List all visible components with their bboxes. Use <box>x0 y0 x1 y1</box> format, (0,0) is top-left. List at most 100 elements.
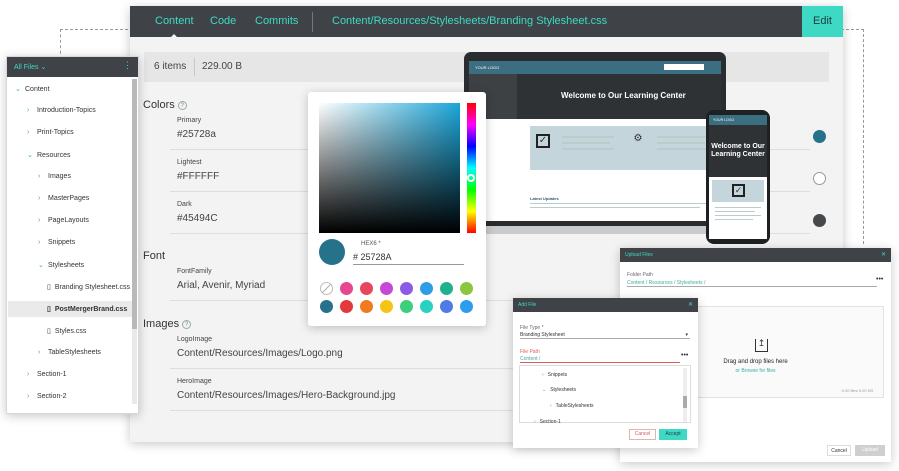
palette-swatch[interactable] <box>340 282 353 295</box>
palette-swatch[interactable] <box>420 282 433 295</box>
palette-swatch[interactable] <box>420 300 433 313</box>
add-file-dialog: Add File ✕ File Type * Branding Styleshee… <box>513 298 698 448</box>
more-options-icon[interactable]: ••• <box>876 276 883 283</box>
hue-slider-knob[interactable] <box>467 174 475 182</box>
editor-toolbar: Content Code Commits Content/Resources/S… <box>130 6 843 39</box>
hex-input[interactable]: # 25728A <box>353 252 464 265</box>
dark-value[interactable]: #45494C <box>177 213 218 224</box>
tab-commits[interactable]: Commits <box>255 15 298 27</box>
color-picker-popup: HEX6 * # 25728A <box>308 92 486 326</box>
tree-item-resources[interactable]: ⌄ Resources <box>27 151 70 159</box>
tree-item-stylesheets[interactable]: ⌄ Stylesheets <box>38 261 84 269</box>
list-item[interactable]: › Snippets <box>542 372 567 378</box>
logoimage-value[interactable]: Content/Resources/Images/Logo.png <box>177 348 343 359</box>
tree-item-label: Introduction-Topics <box>37 107 96 114</box>
tree-item-section-2[interactable]: › Section-2 <box>27 393 67 400</box>
upload-button[interactable]: Upload <box>855 445 885 456</box>
tab-content[interactable]: Content <box>155 15 194 39</box>
palette-swatch[interactable] <box>340 300 353 313</box>
primary-swatch[interactable] <box>813 130 826 143</box>
laptop-base <box>444 226 746 234</box>
sidebar-scrollbar[interactable] <box>132 79 137 404</box>
scrollbar-thumb[interactable] <box>683 396 687 408</box>
tree-item-introduction-topics[interactable]: › Introduction-Topics <box>27 107 96 114</box>
accept-button[interactable]: Accept <box>659 429 687 440</box>
more-options-icon[interactable]: ⋮ <box>123 60 132 71</box>
palette-swatch[interactable] <box>380 300 393 313</box>
dialog-title: Add File <box>518 302 537 308</box>
heroimage-value[interactable]: Content/Resources/Images/Hero-Background… <box>177 390 395 401</box>
palette-swatch[interactable] <box>400 282 413 295</box>
tree-item-tablestylesheets[interactable]: › TableStylesheets <box>38 349 101 356</box>
file-tree-header[interactable]: All Files ⌄ ⋮ <box>7 57 138 77</box>
primary-value[interactable]: #25728a <box>177 129 216 140</box>
close-icon[interactable]: ✕ <box>881 251 886 258</box>
chevron-right-icon: › <box>27 107 30 114</box>
dark-swatch[interactable] <box>813 214 826 227</box>
more-options-icon[interactable]: ••• <box>681 352 688 359</box>
file-icon: ▯ <box>47 328 51 335</box>
preview-hero: Welcome to Our Learning Center <box>517 74 721 119</box>
folder-path-field[interactable]: Content / Resources / Stylesheets / <box>627 280 877 287</box>
tree-item-content[interactable]: ⌄ Content <box>15 85 50 93</box>
palette-swatch[interactable] <box>380 282 393 295</box>
tree-item-snippets[interactable]: › Snippets <box>38 239 75 246</box>
hue-slider[interactable] <box>467 103 476 233</box>
tree-item-styles[interactable]: ▯ Styles.css <box>47 327 86 335</box>
help-icon[interactable]: ? <box>182 320 192 329</box>
palette-swatch[interactable] <box>460 300 473 313</box>
cancel-button[interactable]: Cancel <box>827 445 851 456</box>
file-path-label: File Path <box>520 349 540 355</box>
chevron-right-icon: › <box>27 129 30 136</box>
tree-item-branding-stylesheet[interactable]: ▯ Branding Stylesheet.css <box>47 283 130 291</box>
help-icon[interactable]: ? <box>177 101 187 110</box>
chevron-right-icon: › <box>38 239 41 246</box>
file-type-select[interactable]: Branding Stylesheet ▾ <box>520 332 690 339</box>
preview-logo: YOUR LOGO <box>713 118 735 122</box>
edit-button[interactable]: Edit <box>802 6 843 37</box>
file-path-field[interactable]: Content / <box>520 356 680 363</box>
palette-swatch[interactable] <box>460 282 473 295</box>
fontfamily-value[interactable]: Arial, Avenir, Myriad <box>177 280 265 291</box>
palette-swatch[interactable] <box>360 300 373 313</box>
palette-swatch[interactable] <box>440 300 453 313</box>
tree-item-pagelayouts[interactable]: › PageLayouts <box>38 217 89 224</box>
colors-heading: Colors? <box>143 99 187 111</box>
list-scrollbar[interactable] <box>683 368 687 422</box>
tree-item-print-topics[interactable]: › Print-Topics <box>27 129 74 136</box>
chevron-right-icon: › <box>550 403 552 409</box>
palette-swatch[interactable] <box>320 300 333 313</box>
heroimage-label: HeroImage <box>177 378 212 385</box>
tree-item-masterpages[interactable]: › MasterPages <box>38 195 89 202</box>
list-item-label: Snippets <box>547 372 568 378</box>
tree-item-section-1[interactable]: › Section-1 <box>27 371 67 378</box>
lightest-value[interactable]: #FFFFFF <box>177 171 219 182</box>
list-item[interactable]: › Section-1 <box>534 419 561 425</box>
hex-label: HEX6 * <box>361 241 381 247</box>
fontfamily-label: FontFamily <box>177 268 212 275</box>
file-path: Content/Resources/Stylesheets/Branding S… <box>332 15 608 27</box>
lightest-swatch[interactable] <box>813 172 826 185</box>
tree-item-label: Section-2 <box>37 393 67 400</box>
tree-item-postmergerbrand[interactable]: ▯ PostMergerBrand.css <box>8 301 132 317</box>
list-item[interactable]: ⌄ Stylesheets <box>542 387 576 393</box>
images-heading: Images? <box>143 318 192 330</box>
palette-swatch[interactable] <box>400 300 413 313</box>
all-files-dropdown[interactable]: All Files ⌄ <box>14 63 46 71</box>
chevron-right-icon: › <box>38 173 41 180</box>
saturation-value-area[interactable] <box>319 103 460 233</box>
tree-item-label: Section-1 <box>37 371 67 378</box>
palette-swatch[interactable] <box>320 282 333 295</box>
folder-list: › Snippets ⌄ Stylesheets › TableStylesheets… <box>519 365 691 425</box>
tab-code[interactable]: Code <box>210 15 236 27</box>
chevron-right-icon: › <box>27 371 30 378</box>
list-item[interactable]: › TableStylesheets <box>550 403 593 409</box>
palette-swatch[interactable] <box>440 282 453 295</box>
chevron-right-icon: › <box>534 419 536 425</box>
palette-swatch[interactable] <box>360 282 373 295</box>
scrollbar-thumb[interactable] <box>132 79 137 329</box>
cancel-button[interactable]: Cancel <box>629 429 656 440</box>
close-icon[interactable]: ✕ <box>688 301 693 308</box>
images-heading-text: Images <box>143 318 180 330</box>
tree-item-images[interactable]: › Images <box>38 173 71 180</box>
